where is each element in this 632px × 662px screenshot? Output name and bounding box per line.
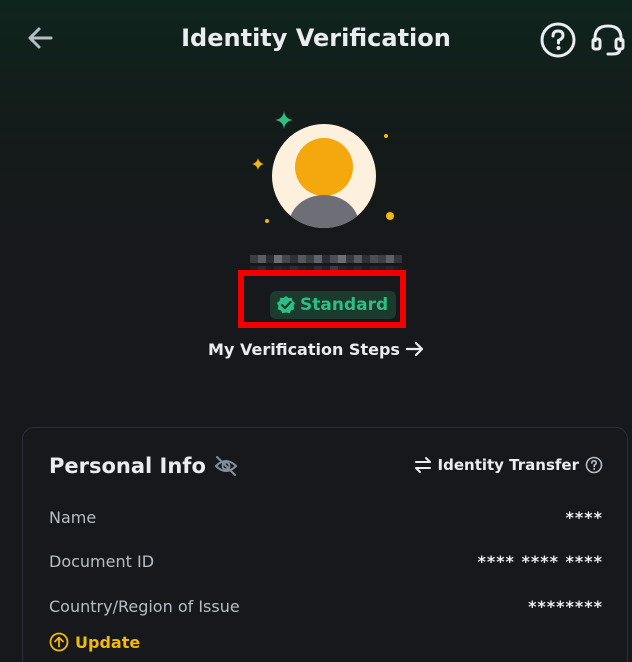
identity-transfer-button[interactable]: Identity Transfer bbox=[414, 456, 603, 474]
help-circle-icon[interactable] bbox=[585, 456, 603, 474]
row-value: **** **** **** bbox=[477, 552, 603, 571]
row-label: Name bbox=[49, 508, 97, 527]
update-button[interactable]: Update bbox=[49, 632, 140, 652]
arrow-right-icon bbox=[405, 341, 424, 357]
eye-off-icon[interactable] bbox=[214, 455, 238, 477]
info-row-country: Country/Region of Issue ******** bbox=[49, 597, 603, 616]
headset-icon bbox=[591, 24, 625, 56]
verified-check-icon bbox=[277, 296, 295, 314]
top-bar: Identity Verification bbox=[0, 0, 632, 80]
verification-steps-link[interactable]: My Verification Steps bbox=[0, 340, 632, 359]
avatar bbox=[272, 124, 376, 228]
badge-label: Standard bbox=[300, 295, 389, 315]
steps-link-label: My Verification Steps bbox=[208, 340, 400, 359]
verification-level-badge: Standard bbox=[270, 291, 397, 319]
help-button[interactable] bbox=[538, 20, 578, 60]
row-label: Document ID bbox=[49, 552, 155, 571]
row-value: ******** bbox=[528, 597, 603, 616]
help-circle-icon bbox=[540, 22, 576, 58]
sparkle-icon bbox=[252, 158, 264, 170]
dot-decoration bbox=[384, 134, 388, 138]
dot-decoration bbox=[386, 212, 394, 220]
row-value: **** bbox=[565, 508, 603, 527]
swap-icon bbox=[414, 457, 431, 473]
support-button[interactable] bbox=[588, 20, 628, 60]
user-avatar-icon bbox=[272, 124, 376, 228]
info-row-name: Name **** bbox=[49, 508, 603, 527]
section-title: Personal Info bbox=[49, 454, 206, 478]
arrow-up-circle-icon bbox=[49, 632, 69, 652]
identity-transfer-label: Identity Transfer bbox=[437, 456, 579, 474]
update-label: Update bbox=[75, 632, 141, 652]
info-row-document-id: Document ID **** **** **** bbox=[49, 552, 603, 571]
dot-decoration bbox=[265, 219, 269, 223]
section-header: Personal Info bbox=[49, 454, 238, 478]
row-label: Country/Region of Issue bbox=[49, 597, 240, 616]
personal-info-card: Personal Info Identity Transfer Name ***… bbox=[22, 427, 628, 662]
